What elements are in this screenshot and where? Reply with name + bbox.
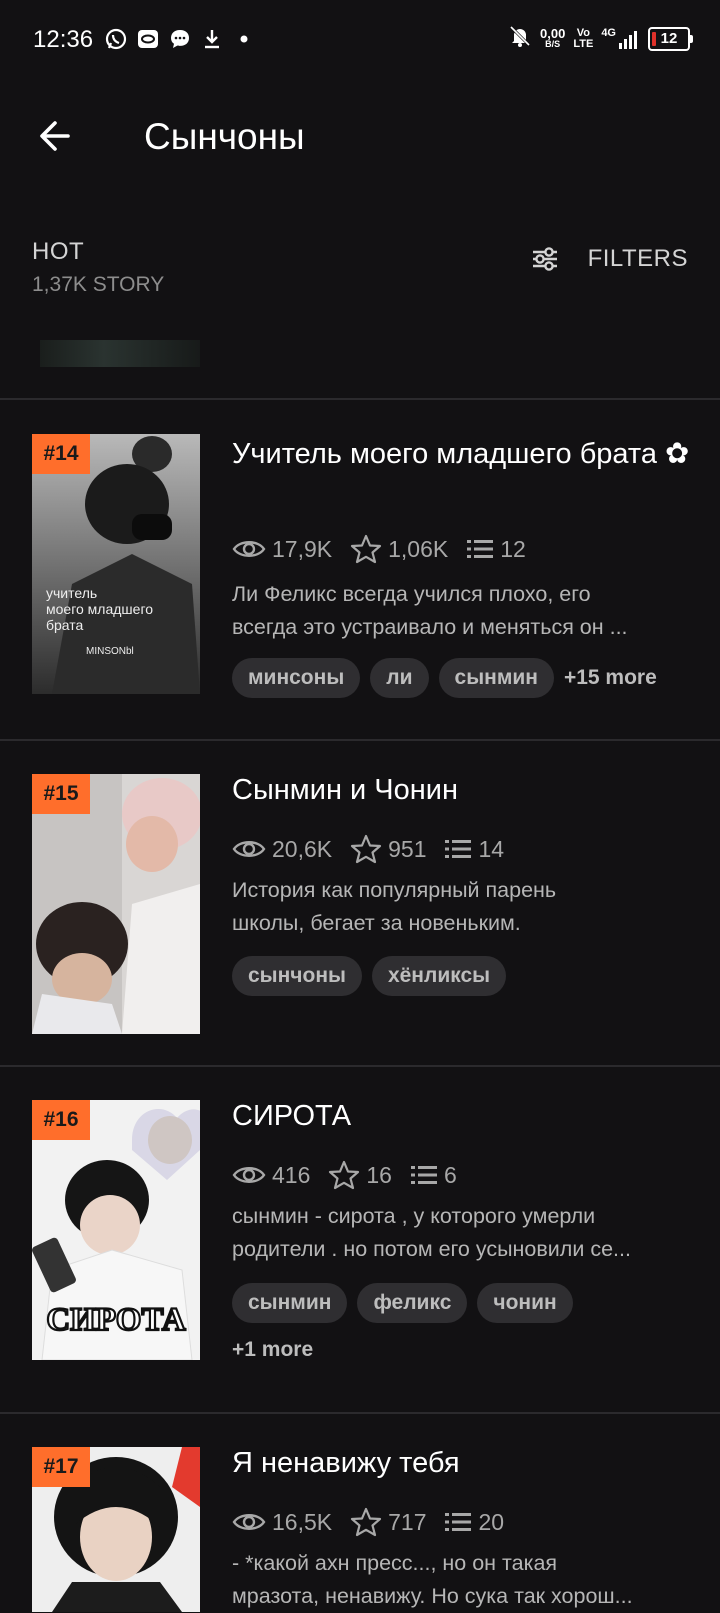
previous-story-cover[interactable] — [40, 340, 200, 367]
sort-label[interactable]: HOT — [32, 238, 84, 266]
story-stats: 17,9K 1,06K 12 — [232, 534, 544, 564]
net-speed: 0,00 B/S — [540, 25, 566, 49]
sort-row: HOT 1,37K STORY FILTERS — [0, 230, 720, 310]
list-icon — [445, 1513, 472, 1531]
story-count: 1,37K STORY — [32, 273, 165, 296]
votes-count: 1,06K — [388, 535, 449, 562]
story-title[interactable]: СИРОТА — [232, 1096, 692, 1137]
story-cover[interactable]: #17 — [32, 1447, 200, 1612]
story-item[interactable]: #15 Сынмин и Чонин 20,6K 951 14 История … — [0, 774, 720, 1034]
story-description: - *какой ахн пресс..., но он такая мразо… — [232, 1551, 633, 1608]
star-icon — [329, 1160, 360, 1190]
svg-text:моего младшего: моего младшего — [46, 601, 153, 617]
story-tags: сынчоны хёнликсы — [232, 956, 516, 996]
app-header: Сынчоны — [0, 100, 720, 180]
page-title: Сынчоны — [144, 116, 305, 157]
signal-icon — [619, 30, 637, 49]
story-description: История как популярный парень школы, бег… — [232, 878, 557, 935]
back-button[interactable] — [34, 114, 78, 158]
message-icon — [168, 27, 192, 56]
divider — [0, 1065, 720, 1067]
story-stats: 16,5K 717 20 — [232, 1507, 522, 1537]
status-time: 12:36 — [33, 26, 94, 53]
story-stats: 416 16 6 — [232, 1160, 475, 1190]
eye-icon — [232, 841, 266, 857]
sliders-icon — [532, 247, 557, 271]
svg-text:учитель: учитель — [46, 585, 97, 601]
story-title[interactable]: Сынмин и Чонин — [232, 770, 692, 811]
battery-indicator: 12 — [648, 26, 693, 51]
views-count: 416 — [272, 1161, 311, 1188]
story-description: сынмин - сирота , у которого умерли роди… — [232, 1204, 631, 1261]
views-count: 17,9K — [272, 535, 333, 562]
story-cover[interactable]: СИРОТА #16 — [32, 1100, 200, 1360]
story-tags: минсоны ли сынмин +15 more — [232, 658, 657, 698]
star-icon — [351, 534, 382, 564]
story-tags: сынмин феликс чонин — [232, 1283, 702, 1323]
tag-chip[interactable]: сынмин — [438, 658, 554, 698]
votes-count: 717 — [388, 1508, 427, 1535]
dot-icon — [232, 27, 256, 56]
votes-count: 16 — [366, 1161, 392, 1188]
eye-icon — [232, 1167, 266, 1183]
rank-badge: #14 — [32, 434, 90, 474]
parts-count: 14 — [478, 835, 505, 862]
list-icon — [467, 540, 494, 558]
parts-count: 6 — [443, 1161, 457, 1188]
divider — [0, 1412, 720, 1414]
more-tags[interactable]: +1 more — [232, 1338, 313, 1362]
status-right: 0,00 B/S Vo LTE 4G 12 — [508, 24, 693, 53]
tag-chip[interactable]: сынмин — [232, 1283, 348, 1323]
divider — [0, 739, 720, 741]
divider — [0, 398, 720, 400]
tag-chip[interactable]: чонин — [477, 1283, 573, 1323]
notification-icons — [104, 27, 256, 56]
signal-indicator: 4G — [601, 27, 640, 50]
tag-chip[interactable]: сынчоны — [232, 956, 362, 996]
story-stats: 20,6K 951 14 — [232, 834, 522, 864]
eye-icon — [232, 1514, 266, 1530]
story-cover[interactable]: учитель моего младшего брата MINSONbl #1… — [32, 434, 200, 694]
story-title[interactable]: Я ненавижу тебя — [232, 1443, 692, 1484]
download-icon — [200, 27, 224, 56]
rank-badge: #17 — [32, 1447, 90, 1487]
views-count: 20,6K — [272, 835, 333, 862]
filters-label: FILTERS — [587, 245, 688, 272]
star-icon — [351, 1507, 382, 1537]
tag-chip[interactable]: хёнликсы — [371, 956, 507, 996]
tag-chip[interactable]: минсоны — [232, 658, 361, 698]
app-notification-icon — [136, 27, 160, 56]
whatsapp-icon — [104, 27, 128, 56]
story-cover[interactable]: #15 — [32, 774, 200, 1034]
svg-text:MINSONbl: MINSONbl — [86, 646, 134, 657]
views-count: 16,5K — [272, 1508, 333, 1535]
votes-count: 951 — [388, 835, 427, 862]
eye-icon — [232, 541, 266, 557]
tag-chip[interactable]: феликс — [357, 1283, 468, 1323]
filters-button[interactable]: FILTERS — [530, 244, 688, 274]
parts-count: 20 — [478, 1508, 505, 1535]
tag-chip[interactable]: ли — [370, 658, 429, 698]
status-bar: 12:36 0,00 B/S Vo LTE 4G 12 — [0, 0, 720, 80]
bell-off-icon — [508, 24, 532, 53]
story-tags-more: +1 more — [232, 1338, 313, 1362]
star-icon — [351, 834, 382, 864]
list-icon — [410, 1166, 437, 1184]
more-tags[interactable]: +15 more — [564, 666, 657, 690]
rank-badge: #15 — [32, 774, 90, 814]
arrow-left-icon — [40, 121, 70, 151]
story-title[interactable]: Учитель моего младшего брата ✿ — [232, 434, 692, 475]
story-item[interactable]: СИРОТА #16 СИРОТА 416 16 6 сынмин - сиро… — [0, 1100, 720, 1400]
list-icon — [445, 840, 472, 858]
rank-badge: #16 — [32, 1100, 90, 1140]
parts-count: 12 — [500, 535, 526, 562]
story-description: Ли Феликс всегда учился плохо, его всегд… — [232, 582, 628, 639]
svg-text:СИРОТА: СИРОТА — [46, 1302, 186, 1338]
story-item[interactable]: учитель моего младшего брата MINSONbl #1… — [0, 434, 720, 698]
story-item[interactable]: #17 Я ненавижу тебя 16,5K 717 20 - *како… — [0, 1447, 720, 1612]
volte-indicator: Vo LTE — [573, 26, 594, 50]
svg-text:брата: брата — [46, 617, 84, 633]
